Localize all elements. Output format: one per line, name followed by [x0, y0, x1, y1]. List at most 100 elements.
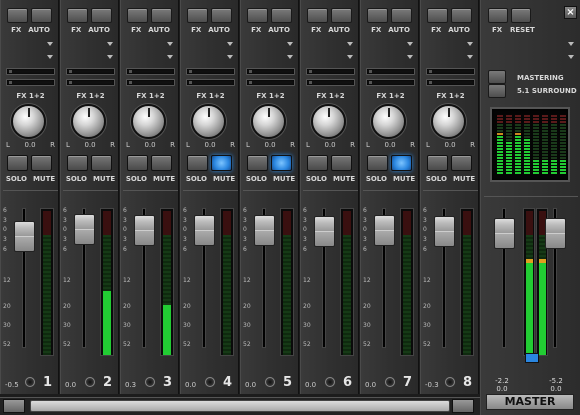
send-slot[interactable] [426, 68, 475, 75]
insert-dropdown-icon[interactable] [47, 42, 53, 46]
mute-button[interactable] [331, 155, 352, 171]
volume-fader[interactable] [14, 221, 35, 252]
pan-knob[interactable] [311, 104, 346, 139]
insert-dropdown-icon[interactable] [227, 55, 233, 59]
mute-button[interactable] [91, 155, 112, 171]
insert-dropdown-icon[interactable] [107, 42, 113, 46]
fx-button[interactable] [187, 8, 208, 23]
master-left-fader[interactable] [494, 218, 515, 249]
insert-dropdown-icon[interactable] [287, 42, 293, 46]
auto-button[interactable] [331, 8, 352, 23]
insert-dropdown-icon[interactable] [47, 55, 53, 59]
send-slot[interactable] [66, 79, 115, 86]
surround-button[interactable] [488, 84, 506, 98]
input-jack-icon[interactable] [145, 377, 155, 387]
volume-fader[interactable] [134, 215, 155, 246]
auto-button[interactable] [31, 8, 52, 23]
insert-dropdown-icon[interactable] [167, 42, 173, 46]
auto-button[interactable] [451, 8, 472, 23]
fx-button[interactable] [427, 8, 448, 23]
solo-button[interactable] [247, 155, 268, 171]
auto-button[interactable] [391, 8, 412, 23]
volume-fader[interactable] [374, 215, 395, 246]
auto-button[interactable] [151, 8, 172, 23]
fx-button[interactable] [307, 8, 328, 23]
fx-button[interactable] [7, 8, 28, 23]
fx-button[interactable] [127, 8, 148, 23]
scroll-left-button[interactable] [3, 399, 25, 413]
fx-button[interactable] [367, 8, 388, 23]
master-right-fader[interactable] [545, 218, 566, 249]
auto-button[interactable] [211, 8, 232, 23]
horizontal-scrollbar[interactable] [0, 397, 480, 415]
insert-dropdown-icon[interactable] [467, 42, 473, 46]
volume-fader[interactable] [194, 215, 215, 246]
mastering-button[interactable] [488, 70, 506, 84]
send-slot[interactable] [186, 68, 235, 75]
mute-button[interactable] [31, 155, 52, 171]
input-jack-icon[interactable] [445, 377, 455, 387]
solo-button[interactable] [67, 155, 88, 171]
solo-button[interactable] [127, 155, 148, 171]
volume-fader[interactable] [74, 214, 95, 245]
master-dropdown-icon[interactable] [568, 42, 574, 46]
pan-knob[interactable] [191, 104, 226, 139]
input-jack-icon[interactable] [85, 377, 95, 387]
solo-button[interactable] [427, 155, 448, 171]
solo-button[interactable] [7, 155, 28, 171]
pan-knob[interactable] [131, 104, 166, 139]
volume-fader[interactable] [314, 216, 335, 247]
master-dropdown-icon[interactable] [568, 55, 574, 59]
input-jack-icon[interactable] [25, 377, 35, 387]
insert-dropdown-icon[interactable] [407, 42, 413, 46]
link-icon[interactable] [525, 353, 539, 363]
mute-button[interactable] [211, 155, 232, 171]
pan-knob[interactable] [11, 104, 46, 139]
master-fx-button[interactable] [488, 8, 508, 23]
scroll-right-button[interactable] [452, 399, 474, 413]
send-slot[interactable] [426, 79, 475, 86]
pan-knob[interactable] [431, 104, 466, 139]
send-slot[interactable] [66, 68, 115, 75]
send-slot[interactable] [366, 68, 415, 75]
send-slot[interactable] [6, 68, 55, 75]
volume-fader[interactable] [434, 216, 455, 247]
pan-knob[interactable] [371, 104, 406, 139]
insert-dropdown-icon[interactable] [227, 42, 233, 46]
mute-button[interactable] [151, 155, 172, 171]
solo-button[interactable] [307, 155, 328, 171]
input-jack-icon[interactable] [385, 377, 395, 387]
pan-knob[interactable] [251, 104, 286, 139]
insert-dropdown-icon[interactable] [107, 55, 113, 59]
volume-fader[interactable] [254, 215, 275, 246]
scroll-thumb[interactable] [30, 400, 450, 412]
mute-button[interactable] [391, 155, 412, 171]
send-slot[interactable] [186, 79, 235, 86]
mute-button[interactable] [271, 155, 292, 171]
master-reset-button[interactable] [511, 8, 531, 23]
auto-button[interactable] [271, 8, 292, 23]
close-button[interactable]: × [564, 6, 577, 19]
mute-button[interactable] [451, 155, 472, 171]
fx-button[interactable] [67, 8, 88, 23]
insert-dropdown-icon[interactable] [407, 55, 413, 59]
send-slot[interactable] [126, 79, 175, 86]
send-slot[interactable] [126, 68, 175, 75]
input-jack-icon[interactable] [325, 377, 335, 387]
fx-button[interactable] [247, 8, 268, 23]
solo-button[interactable] [367, 155, 388, 171]
send-slot[interactable] [246, 79, 295, 86]
insert-dropdown-icon[interactable] [347, 55, 353, 59]
solo-button[interactable] [187, 155, 208, 171]
insert-dropdown-icon[interactable] [467, 55, 473, 59]
send-slot[interactable] [306, 79, 355, 86]
auto-button[interactable] [91, 8, 112, 23]
send-slot[interactable] [366, 79, 415, 86]
insert-dropdown-icon[interactable] [347, 42, 353, 46]
pan-knob[interactable] [71, 104, 106, 139]
input-jack-icon[interactable] [205, 377, 215, 387]
send-slot[interactable] [246, 68, 295, 75]
send-slot[interactable] [306, 68, 355, 75]
send-slot[interactable] [6, 79, 55, 86]
insert-dropdown-icon[interactable] [167, 55, 173, 59]
